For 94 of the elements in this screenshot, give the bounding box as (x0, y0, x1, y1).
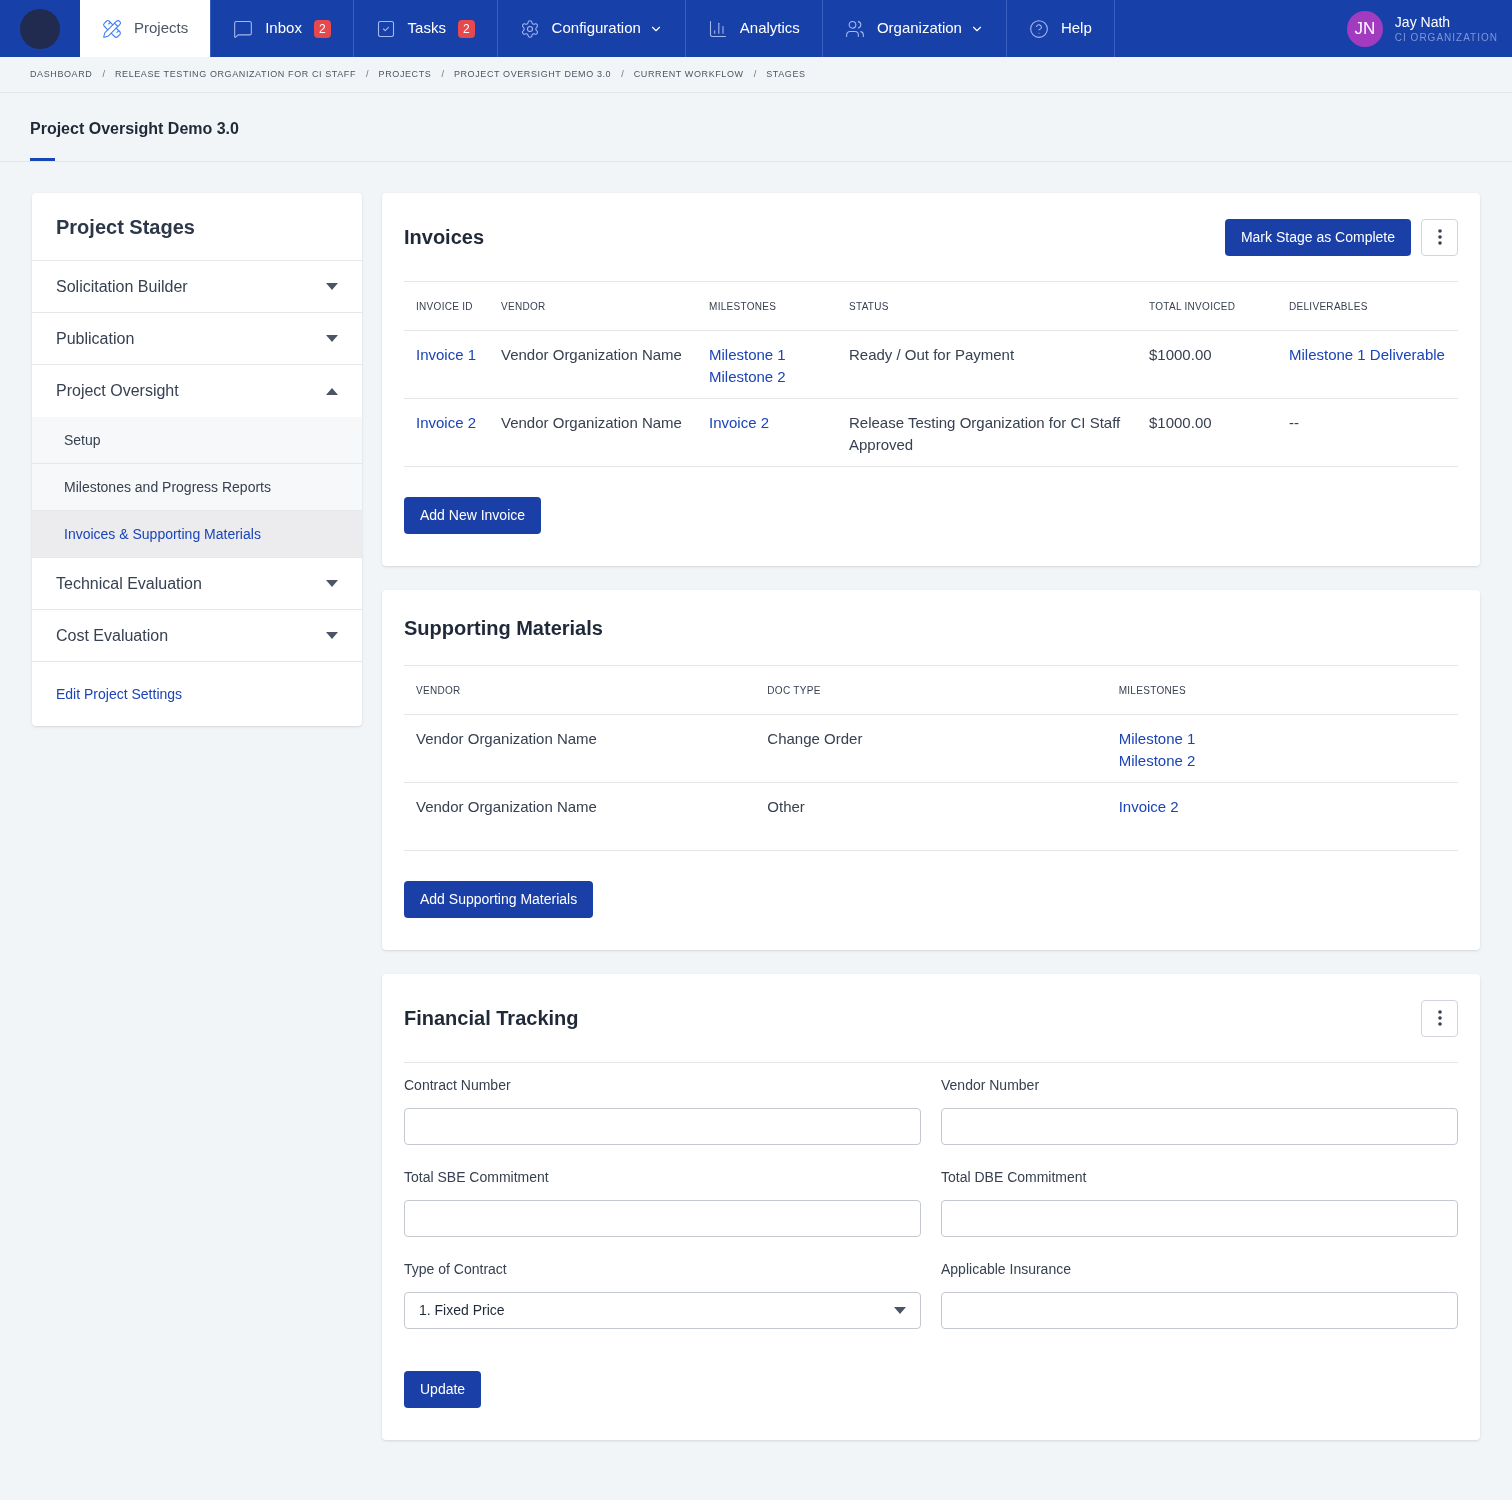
count-badge: 2 (457, 19, 475, 38)
select-field[interactable]: 1. Fixed Price (404, 1292, 921, 1329)
stage-header[interactable]: Publication (32, 313, 362, 365)
field-label: Vendor Number (941, 1076, 1041, 1095)
column-header: MILESTONES (709, 299, 777, 314)
pencil-ruler-icon (102, 18, 122, 39)
settings-link[interactable]: Edit Project Settings (56, 683, 183, 705)
stage-subitem[interactable]: Milestones and Progress Reports (32, 464, 362, 511)
input-field[interactable] (404, 1108, 921, 1145)
stage-header[interactable]: Technical Evaluation (32, 558, 362, 610)
caret-down-icon (326, 335, 338, 342)
table-cell-text: Other (767, 797, 806, 817)
table-link[interactable]: Milestone 2 (709, 366, 837, 388)
breadcrumb-separator: / (753, 67, 757, 81)
stage-subitem[interactable]: Invoices & Supporting Materials (32, 511, 362, 558)
checkbox-icon (375, 18, 396, 39)
table-cell-text: Release Testing Organization for CI Staff Approved (849, 413, 1122, 455)
field-label: Total SBE Commitment (404, 1168, 550, 1187)
breadcrumb-link[interactable]: PROJECTS (378, 67, 432, 82)
input-field[interactable] (941, 1200, 1458, 1237)
add-supporting-materials-button[interactable]: Add Supporting Materials (404, 881, 594, 918)
stage-header[interactable]: Cost Evaluation (32, 610, 362, 662)
table-link[interactable]: Invoice 2 (709, 412, 837, 434)
table-cell-text: Ready / Out for Payment (849, 345, 1016, 365)
breadcrumb-separator: / (621, 67, 624, 81)
breadcrumb-link[interactable]: STAGES (766, 67, 806, 82)
update-button[interactable]: Update (404, 1371, 482, 1408)
column-header: DELIVERABLES (1289, 299, 1368, 314)
column-header: STATUS (849, 299, 889, 314)
caret-down-icon (326, 283, 338, 290)
page-title: Project Oversight Demo 3.0 (30, 119, 239, 139)
field-label: Type of Contract (404, 1260, 508, 1279)
more-options-button[interactable] (1421, 999, 1458, 1037)
breadcrumb-separator: / (366, 67, 369, 81)
column-header: TOTAL INVOICED (1149, 299, 1236, 314)
caret-down-icon (326, 580, 338, 587)
breadcrumb-link[interactable]: CURRENT WORKFLOW (633, 67, 744, 82)
column-header: VENDOR (416, 683, 461, 698)
column-header: MILESTONES (1118, 683, 1186, 698)
breadcrumb-separator: / (441, 67, 444, 81)
card-title: Supporting Materials (404, 615, 603, 641)
input-field[interactable] (941, 1292, 1458, 1329)
nav-tab[interactable]: Projects (80, 0, 212, 57)
column-header: DOC TYPE (767, 683, 821, 698)
user-avatar[interactable]: JN (1346, 10, 1383, 47)
caret-down-icon (894, 1307, 906, 1314)
stage-header[interactable]: Project Oversight (32, 365, 362, 417)
table-link[interactable]: Milestone 1 (709, 344, 837, 366)
table-cell-text: Vendor Organization Name (501, 345, 683, 365)
mark-complete-button[interactable]: Mark Stage as Complete (1224, 218, 1411, 256)
table-link[interactable]: Milestone 1 (1118, 728, 1458, 750)
settings-icon (519, 18, 540, 39)
breadcrumb-link[interactable]: DASHBOARD (30, 67, 93, 82)
chat-bubble-icon (233, 18, 254, 39)
user-organization: CI ORGANIZATION (1394, 30, 1498, 45)
stage-subitem[interactable]: Setup (32, 417, 362, 464)
users-icon (844, 18, 865, 39)
column-header: INVOICE ID (416, 299, 473, 314)
table-link[interactable]: Milestone 1 Deliverable (1289, 344, 1458, 366)
title-underline (30, 158, 55, 161)
table-cell-text: $1000.00 (1149, 345, 1213, 365)
bar-chart-icon (707, 18, 728, 39)
table-cell-text: Vendor Organization Name (416, 797, 598, 817)
add-invoice-button[interactable]: Add New Invoice (404, 497, 542, 534)
count-badge: 2 (313, 19, 331, 38)
more-options-button[interactable] (1421, 218, 1458, 256)
more-vertical-icon (1437, 1010, 1442, 1026)
table-link[interactable]: Invoice 2 (416, 412, 489, 434)
input-field[interactable] (941, 1108, 1458, 1145)
caret-down-icon (326, 632, 338, 639)
table-link[interactable]: Invoice 1 (416, 344, 489, 366)
breadcrumb-link[interactable]: RELEASE TESTING ORGANIZATION FOR CI STAFF (114, 67, 357, 82)
breadcrumb-separator: / (102, 67, 105, 81)
input-field[interactable] (404, 1200, 921, 1237)
table-cell-text: -- (1289, 413, 1300, 433)
field-label: Applicable Insurance (941, 1260, 1072, 1279)
column-header: VENDOR (501, 299, 546, 314)
field-label: Total DBE Commitment (941, 1168, 1088, 1187)
table-cell-text: Vendor Organization Name (416, 729, 598, 749)
table-cell-text: Vendor Organization Name (501, 413, 683, 433)
table-cell-text: Change Order (767, 729, 864, 749)
stage-header[interactable]: Solicitation Builder (32, 261, 362, 313)
table-link[interactable]: Milestone 2 (1118, 750, 1458, 772)
panel-title: Project Stages (32, 193, 362, 261)
breadcrumb-link[interactable]: PROJECT OVERSIGHT DEMO 3.0 (453, 67, 612, 82)
field-label: Contract Number (404, 1076, 512, 1095)
help-icon (1028, 18, 1049, 39)
more-vertical-icon (1437, 229, 1442, 245)
card-title: Financial Tracking (404, 1006, 579, 1031)
caret-up-icon (326, 387, 338, 395)
user-name: Jay Nath (1394, 12, 1452, 31)
card-title: Invoices (404, 225, 485, 250)
table-cell-text: $1000.00 (1149, 413, 1213, 433)
table-link[interactable]: Invoice 2 (1118, 796, 1458, 818)
